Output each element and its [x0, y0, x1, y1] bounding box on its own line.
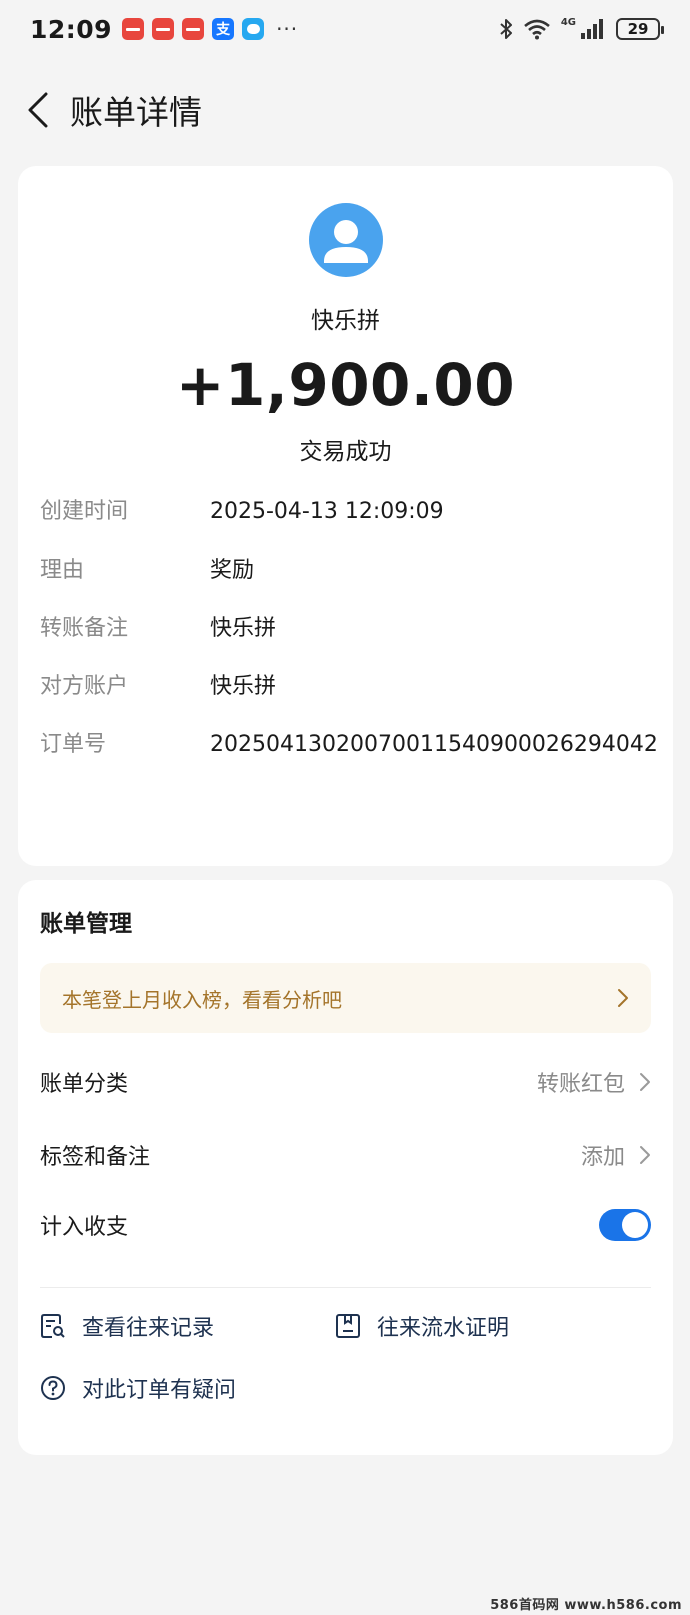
status-time: 12:09: [30, 14, 113, 44]
detail-row-counterparty-account: 对方账户 快乐拼: [40, 671, 660, 703]
more-notifications-icon: ···: [276, 17, 299, 41]
detail-row-order-number: 订单号 20250413020070011540900026294042: [40, 729, 660, 761]
chevron-right-icon: [618, 989, 628, 1007]
tags-add-value: 添加: [580, 1145, 625, 1170]
detail-label: 订单号: [40, 732, 107, 757]
bill-management-card: 账单管理 本笔登上月收入榜，看看分析吧 账单分类 转账红包 标签和备注 添加 计…: [18, 880, 673, 1455]
detail-label: 转账备注: [40, 616, 129, 641]
battery-icon: 29: [616, 18, 664, 40]
page-header: 账单详情: [0, 70, 690, 150]
toggle-knob: [622, 1212, 648, 1238]
back-button[interactable]: [18, 85, 58, 135]
bill-category-row[interactable]: 账单分类 转账红包: [40, 1057, 651, 1107]
message-icon: [242, 18, 265, 40]
transaction-card: 快乐拼 +1,900.00 交易成功 创建时间 2025-04-13 12:09…: [18, 166, 673, 866]
user-icon: [324, 220, 368, 263]
income-rank-banner[interactable]: 本笔登上月收入榜，看看分析吧: [40, 963, 651, 1033]
records-search-icon: [41, 1314, 65, 1338]
transaction-amount: +1,900.00: [175, 351, 516, 419]
mgmt-label: 标签和备注: [40, 1145, 151, 1170]
detail-row-remark: 转账备注 快乐拼: [40, 613, 660, 645]
notification-icons: 支 ···: [122, 17, 298, 41]
detail-value: 奖励: [210, 558, 255, 583]
certificate-icon: [336, 1314, 360, 1338]
alipay-icon: 支: [212, 18, 235, 40]
link-label: 查看往来记录: [82, 1316, 215, 1341]
tags-notes-row[interactable]: 标签和备注 添加: [40, 1130, 651, 1180]
question-icon: [41, 1376, 65, 1400]
promo-text: 本笔登上月收入榜，看看分析吧: [62, 987, 342, 1012]
chevron-left-icon: [28, 92, 48, 128]
watermark: 586首码网 www.h586.com: [490, 1598, 682, 1613]
status-right: 4G 29: [499, 16, 664, 40]
wifi-icon: [523, 19, 550, 40]
huawei-app-icon: [182, 18, 205, 40]
divider: [40, 1287, 651, 1288]
detail-value: 快乐拼: [210, 616, 277, 641]
huawei-app-icon: [122, 18, 145, 40]
detail-value: 快乐拼: [210, 674, 277, 699]
detail-row-created-time: 创建时间 2025-04-13 12:09:09: [40, 496, 660, 528]
detail-label: 对方账户: [40, 674, 129, 699]
bill-category-value: 转账红包: [536, 1072, 625, 1097]
section-title: 账单管理: [40, 911, 132, 937]
link-label: 往来流水证明: [377, 1316, 510, 1341]
bluetooth-icon: [500, 19, 512, 39]
transaction-status: 交易成功: [299, 439, 392, 465]
mgmt-label: 计入收支: [40, 1215, 129, 1240]
detail-label: 理由: [40, 558, 85, 583]
detail-row-reason: 理由 奖励: [40, 555, 660, 587]
detail-value[interactable]: 20250413020070011540900026294042: [210, 729, 660, 761]
view-records-link[interactable]: 查看往来记录: [40, 1312, 215, 1341]
link-label: 对此订单有疑问: [82, 1378, 237, 1403]
include-in-budget-row: 计入收支: [40, 1200, 651, 1250]
mgmt-label: 账单分类: [40, 1072, 129, 1097]
chevron-right-icon: [640, 1146, 650, 1164]
chevron-right-icon: [640, 1073, 650, 1091]
huawei-app-icon: [152, 18, 175, 40]
avatar: [309, 203, 383, 277]
include-in-budget-toggle[interactable]: [599, 1209, 651, 1241]
page-title: 账单详情: [70, 93, 202, 132]
detail-label: 创建时间: [40, 499, 129, 524]
signal-icon: [581, 19, 603, 39]
status-bar: 12:09 支 ··· 4G 29: [0, 0, 690, 58]
detail-value: 2025-04-13 12:09:09: [210, 499, 444, 524]
network-type: 4G: [560, 16, 576, 28]
counterparty-name: 快乐拼: [311, 308, 380, 334]
transaction-proof-link[interactable]: 往来流水证明: [335, 1312, 510, 1341]
order-question-link[interactable]: 对此订单有疑问: [40, 1374, 237, 1403]
